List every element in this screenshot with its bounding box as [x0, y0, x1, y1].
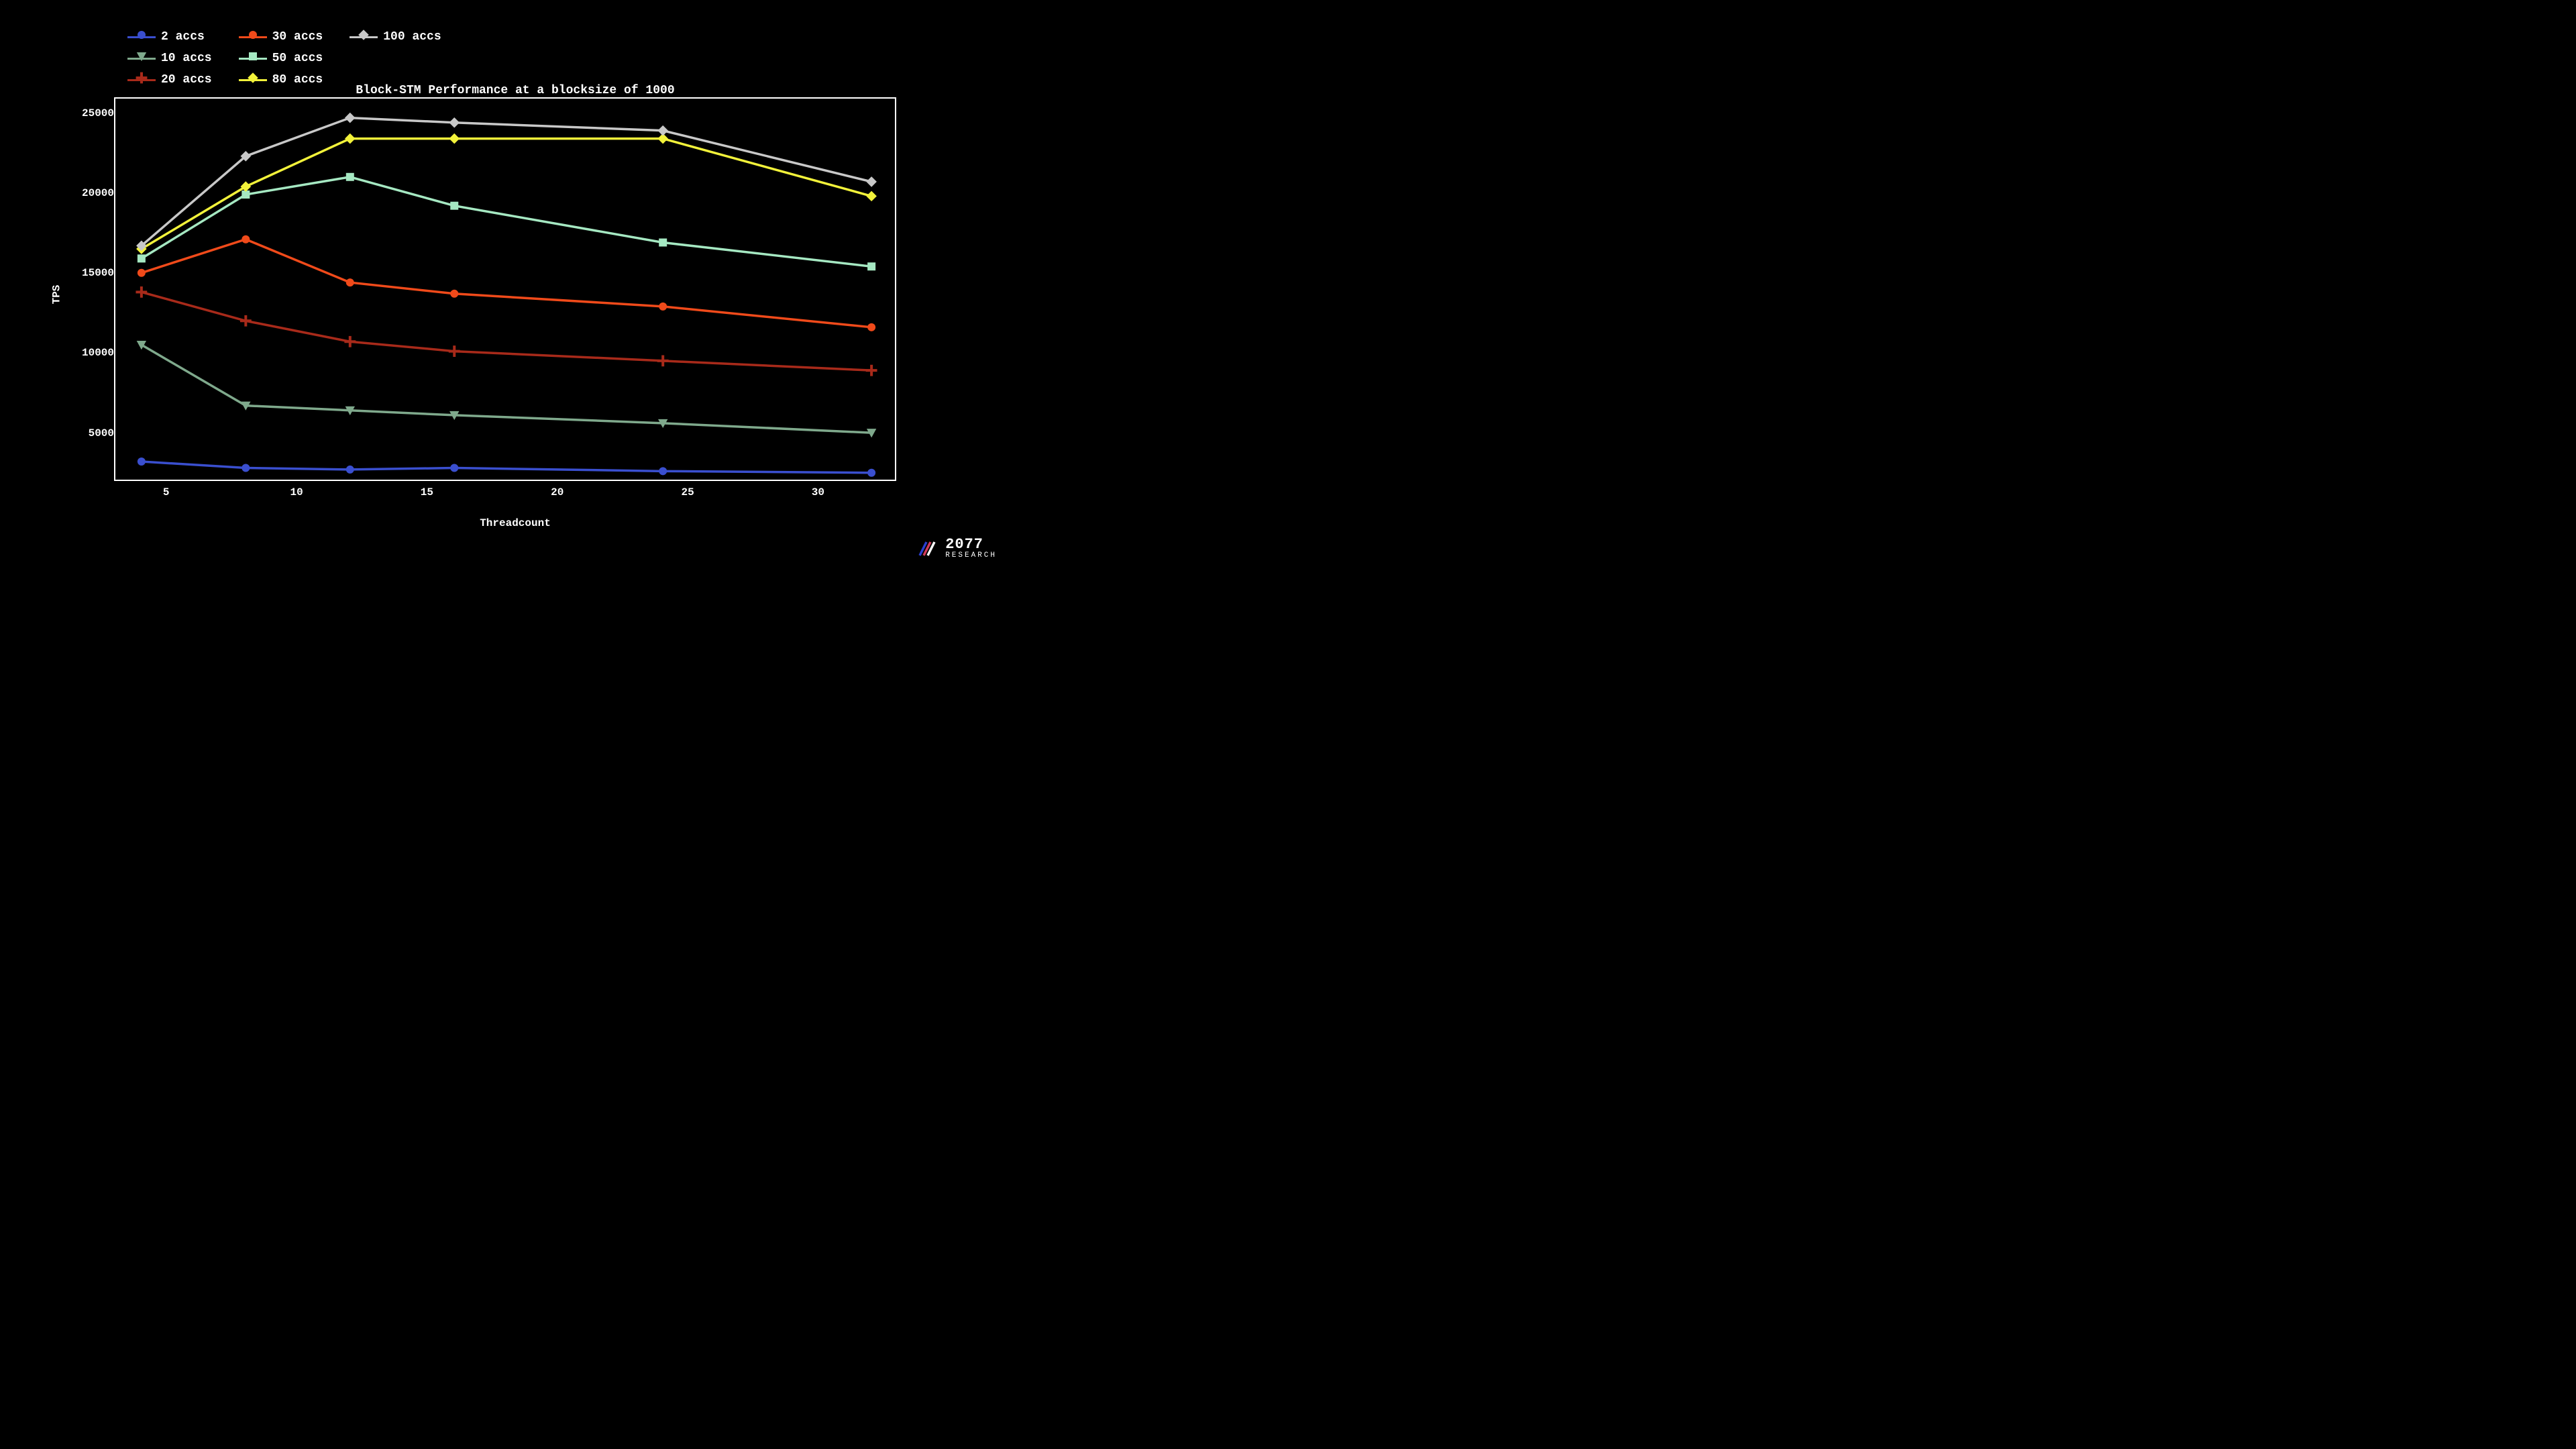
y-axis-ticks: 5000 10000 15000 20000 25000: [67, 97, 114, 481]
legend-label: 10 accs: [161, 52, 212, 65]
y-tick: 20000: [82, 187, 114, 199]
legend-item: 80 accs: [239, 73, 323, 87]
legend-label: 20 accs: [161, 73, 212, 87]
y-tick: 25000: [82, 107, 114, 119]
legend-label: 80 accs: [272, 73, 323, 87]
y-tick: 10000: [82, 347, 114, 359]
legend-label: 50 accs: [272, 52, 323, 65]
legend-item: 100 accs: [350, 30, 441, 44]
x-tick: 10: [290, 486, 303, 498]
legend-label: 100 accs: [383, 30, 441, 44]
legend-item: 30 accs: [239, 30, 323, 44]
x-tick: 5: [163, 486, 170, 498]
x-tick: 30: [812, 486, 824, 498]
x-tick: 15: [421, 486, 433, 498]
brand-logo: 2077 RESEARCH: [917, 537, 997, 559]
brand-year: 2077: [945, 537, 997, 552]
y-axis-label: TPS: [50, 285, 62, 305]
x-tick: 25: [681, 486, 694, 498]
chart-lines: [115, 99, 898, 482]
logo-icon: [917, 538, 938, 559]
legend-label: 30 accs: [272, 30, 323, 44]
legend-item: 50 accs: [239, 52, 323, 65]
legend: 2 accs 10 accs 20 accs 30 accs 50 accs 80 ac…: [127, 30, 441, 87]
brand-sub: RESEARCH: [945, 552, 997, 559]
chart-title: Block-STM Performance at a blocksize of …: [356, 84, 674, 97]
x-tick: 20: [551, 486, 564, 498]
legend-label: 2 accs: [161, 30, 205, 44]
x-axis-label: Threadcount: [480, 517, 551, 529]
x-axis-ticks: 5 10 15 20 25 30: [114, 486, 896, 506]
legend-item: 2 accs: [127, 30, 212, 44]
chart-plot-area: [114, 97, 896, 481]
y-tick: 15000: [82, 267, 114, 279]
legend-item: 10 accs: [127, 52, 212, 65]
y-tick: 5000: [89, 427, 114, 439]
legend-item: 20 accs: [127, 73, 212, 87]
